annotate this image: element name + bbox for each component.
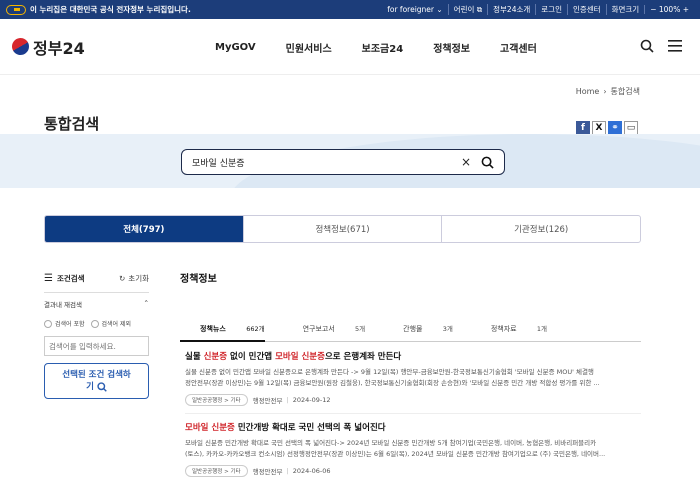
site-logo-text: 정부24: [33, 38, 85, 58]
keyword-mode: 검색어 포함 검색어 제외: [44, 319, 149, 328]
research-header[interactable]: 결과내 재검색 ⌃: [44, 299, 149, 309]
page-title: 통합검색: [44, 115, 100, 133]
result-desc-line1: 모바일 신분증 민간개방 확대로 국민 선택의 폭 넓어진다-> 2024년 모…: [185, 439, 597, 447]
result-tabs: 전체(797) 정책정보(671) 기관정보(126): [44, 215, 641, 243]
search-input[interactable]: 모바일 신분증: [192, 156, 461, 169]
search-submit-icon[interactable]: [481, 156, 494, 169]
subtab-policy-news[interactable]: 정책뉴스 662개: [180, 323, 265, 342]
result-divider: [185, 413, 641, 414]
filter-header: ☰ 조건검색 ↻ 초기화: [44, 270, 149, 286]
result-agency: 행정안전부: [252, 397, 283, 405]
search-icon[interactable]: [640, 39, 654, 53]
category-tag: 일반공공행정 > 기타: [185, 465, 248, 477]
taegeuk-logo-icon: [8, 34, 33, 59]
external-link-icon: ⧉: [476, 5, 483, 14]
result-agency: 행정안전부: [252, 468, 283, 476]
foreigner-link[interactable]: for foreigner ⌄: [382, 5, 447, 14]
login-link[interactable]: 로그인: [535, 4, 567, 15]
search-box[interactable]: 모바일 신분증 ×: [181, 149, 505, 175]
gov-notice-bar: 이 누리집은 대한민국 공식 전자정부 누리집입니다. for foreigne…: [0, 0, 700, 19]
result-item: 모바일 신분증 민간개방 확대로 국민 선택의 폭 넓어진다 모바일 신분증 민…: [185, 421, 641, 477]
result-date: 2024-09-12: [292, 396, 331, 404]
chevron-right-icon: ›: [603, 86, 607, 96]
research-title: 결과내 재검색: [44, 301, 82, 309]
zoom-control[interactable]: − 100% +: [644, 5, 694, 14]
screen-size-label: 화면크기: [605, 4, 645, 15]
tab-all[interactable]: 전체(797): [45, 216, 243, 242]
nav-mygov[interactable]: MyGOV: [215, 42, 256, 53]
result-desc-line2: (토스), 카카오-카카오뱅크 컨소시엄) 선정행정안전부(장관 이상민)는 6…: [185, 450, 606, 458]
radio-circle-icon: [44, 319, 52, 328]
breadcrumb-current: 통합검색: [610, 86, 640, 96]
chevron-up-icon: ⌃: [143, 299, 149, 307]
result-desc-line1: 실물 신분증 없이 민간앱 모바일 신분증으로 은행계좌 만든다 -> 9월 1…: [185, 368, 594, 376]
utility-links: for foreigner ⌄ 어린이 ⧉ 정부24소개 로그인 인증센터 화면…: [382, 4, 694, 15]
clear-icon[interactable]: ×: [461, 155, 471, 169]
site-logo[interactable]: 정부24: [8, 34, 162, 59]
result-date: 2024-06-06: [292, 467, 331, 475]
result-title[interactable]: 실물 신분증 없이 민간앱 모바일 신분증으로 은행계좌 만든다: [185, 350, 641, 362]
nav-policy-info[interactable]: 정책정보: [433, 40, 470, 55]
sliders-icon: ☰: [44, 272, 53, 284]
refresh-icon: ↻: [119, 273, 126, 283]
gov-notice-text: 이 누리집은 대한민국 공식 전자정부 누리집입니다.: [30, 5, 191, 14]
reset-button[interactable]: ↻ 초기화: [119, 273, 149, 284]
site-header: 정부24 MyGOV 민원서비스 보조금24 정책정보 고객센터: [0, 19, 700, 75]
tab-agency-info[interactable]: 기관정보(126): [441, 216, 640, 242]
nav-customer-center[interactable]: 고객센터: [500, 40, 537, 55]
nav-civil-service[interactable]: 민원서비스: [286, 40, 332, 55]
radio-include[interactable]: 검색어 포함: [44, 319, 85, 328]
link-copy-icon[interactable]: ⚭: [608, 121, 622, 135]
result-meta: 일반공공행정 > 기타 행정안전부 | 2024-09-12: [185, 394, 641, 406]
menu-icon[interactable]: [668, 40, 682, 52]
cert-center-link[interactable]: 인증센터: [566, 4, 606, 15]
breadcrumb: Home › 통합검색: [0, 75, 700, 107]
breadcrumb-home[interactable]: Home: [576, 87, 600, 96]
search-icon: [97, 381, 107, 392]
keyword-input[interactable]: [44, 336, 149, 356]
nav-subsidy24[interactable]: 보조금24: [362, 40, 404, 55]
policy-subtabs: 정책뉴스 662개 연구보고서 5개 간행물 3개 정책자료 1개: [180, 316, 641, 342]
egov-logo-icon: [6, 4, 26, 15]
result-title[interactable]: 모바일 신분증 민간개방 확대로 국민 선택의 폭 넓어진다: [185, 421, 641, 433]
main-nav: MyGOV 민원서비스 보조금24 정책정보 고객센터: [215, 19, 567, 75]
x-share-icon[interactable]: X: [592, 121, 606, 135]
header-actions: [640, 39, 682, 53]
result-item: 실물 신분증 없이 민간앱 모바일 신분증으로 은행계좌 만든다 실물 신분증 …: [185, 350, 641, 406]
kids-link[interactable]: 어린이 ⧉: [447, 4, 487, 15]
subtab-research-report[interactable]: 연구보고서 5개: [283, 323, 366, 334]
zoom-level: 100%: [658, 5, 681, 14]
radio-circle-icon: [90, 319, 99, 328]
filter-panel: ☰ 조건검색 ↻ 초기화 결과내 재검색 ⌃ 검색어 포함 검색어 제외 선택된…: [44, 270, 149, 399]
print-icon[interactable]: ▭: [624, 121, 638, 135]
results-area: 정책정보 정책뉴스 662개 연구보고서 5개 간행물 3개 정책자료 1개 실…: [180, 270, 641, 477]
share-buttons: f X ⚭ ▭: [574, 121, 638, 135]
facebook-share-icon[interactable]: f: [576, 121, 590, 135]
subtab-publication[interactable]: 간행물 3개: [383, 323, 453, 334]
filter-divider: [44, 292, 149, 293]
radio-exclude[interactable]: 검색어 제외: [90, 319, 131, 328]
filter-title: 조건검색: [56, 273, 85, 283]
subtab-policy-material[interactable]: 정책자료 1개: [471, 323, 547, 334]
section-title: 정책정보: [180, 274, 217, 285]
about-link[interactable]: 정부24소개: [487, 4, 535, 15]
result-desc-line2: 정안전부(장관 이상민)는 9월 12일(목) 금융보안원(원장 김철웅), 한…: [185, 379, 600, 387]
category-tag: 일반공공행정 > 기타: [185, 394, 248, 406]
result-meta: 일반공공행정 > 기타 행정안전부 | 2024-06-06: [185, 465, 641, 477]
apply-filter-button[interactable]: 선택된 조건 검색하기: [44, 363, 149, 399]
tab-policy-info[interactable]: 정책정보(671): [242, 216, 442, 242]
